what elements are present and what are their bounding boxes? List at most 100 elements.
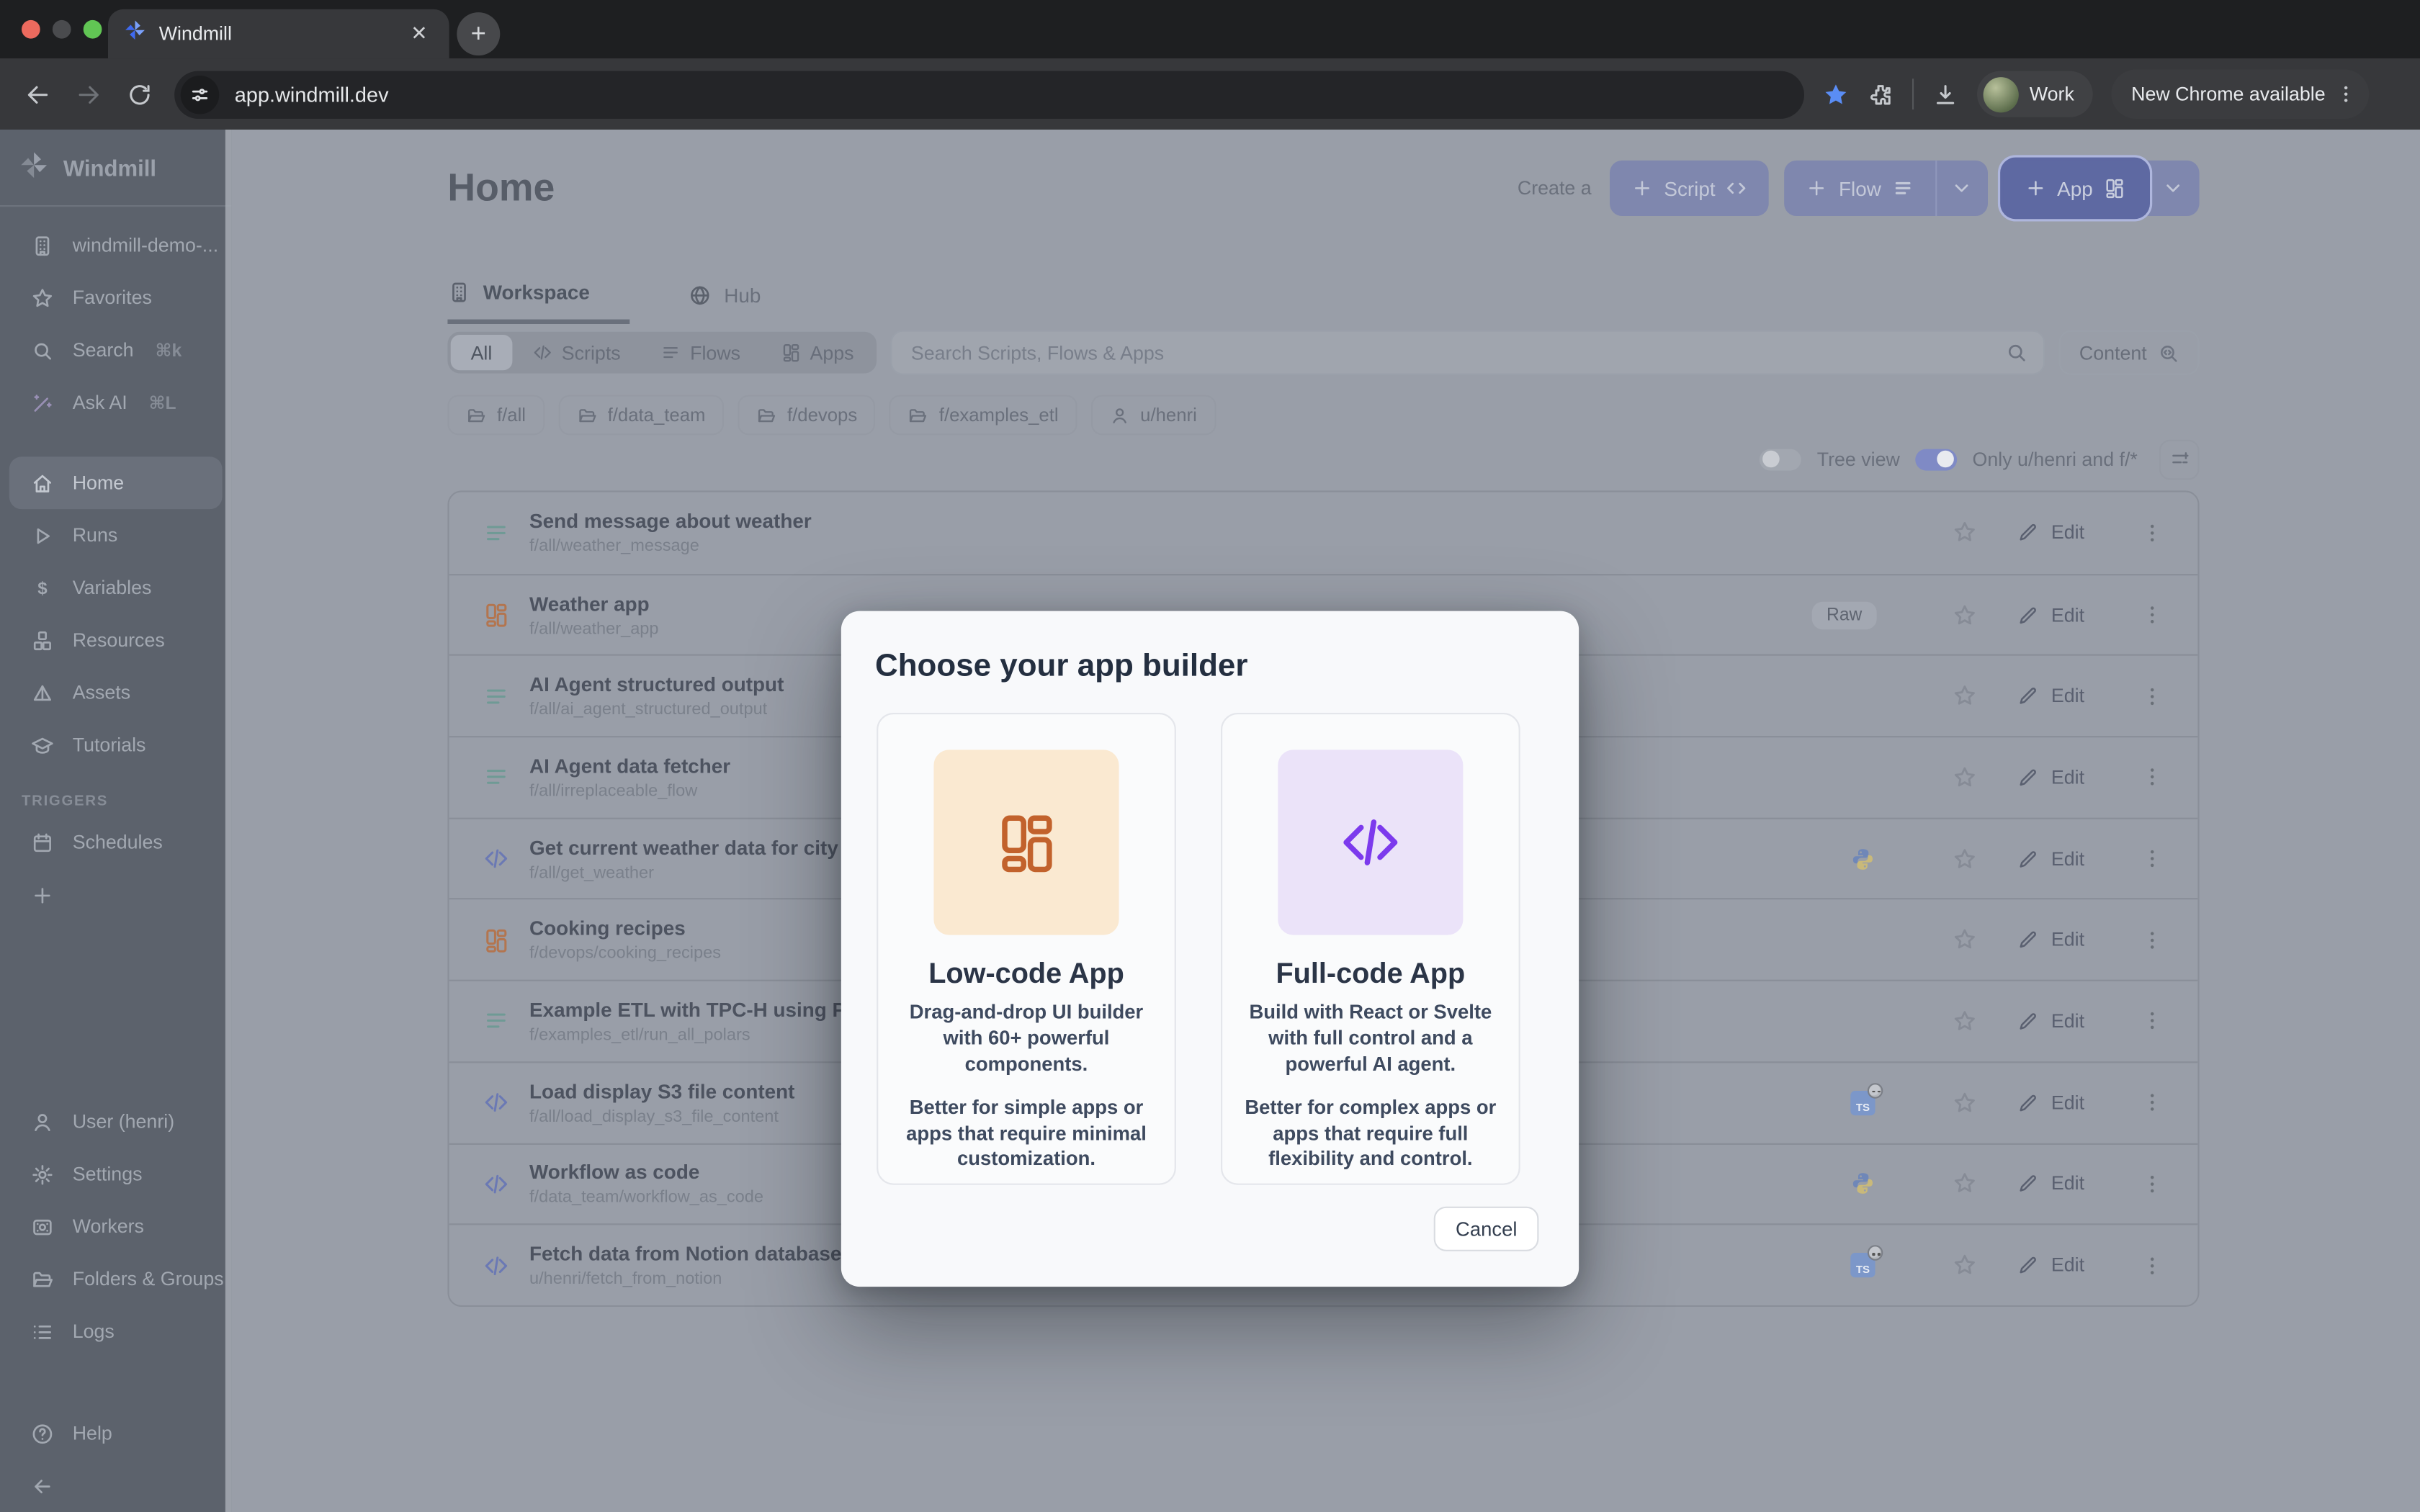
builder-card-full-code-app[interactable]: Full-code AppBuild with React or Svelte …: [1221, 713, 1520, 1185]
tab-close-icon[interactable]: ✕: [405, 22, 434, 46]
row-menu-icon[interactable]: [2141, 1172, 2164, 1195]
edit-button[interactable]: Edit: [2017, 930, 2107, 951]
window-controls[interactable]: [22, 20, 102, 39]
row-menu-icon[interactable]: [2141, 766, 2164, 789]
extensions-icon[interactable]: [1868, 81, 1894, 107]
edit-button[interactable]: Edit: [2017, 522, 2107, 544]
builder-card-low-code-app[interactable]: Low-code AppDrag-and-drop UI builder wit…: [877, 713, 1176, 1185]
favorite-star-icon[interactable]: [1953, 603, 1977, 627]
edit-button[interactable]: Edit: [2017, 1254, 2107, 1276]
filter-segment-scripts[interactable]: Scripts: [512, 335, 640, 370]
site-settings-icon[interactable]: [181, 75, 220, 114]
forward-icon[interactable]: [76, 81, 102, 107]
favorite-star-icon[interactable]: [1953, 684, 1977, 708]
row-menu-icon[interactable]: [2141, 603, 2164, 626]
row-menu-icon[interactable]: [2141, 929, 2164, 952]
list-item[interactable]: Send message about weatherf/all/weather_…: [449, 492, 2198, 574]
browser-tab[interactable]: Windmill ✕: [108, 9, 449, 59]
row-menu-icon[interactable]: [2141, 1009, 2164, 1032]
brand[interactable]: Windmill: [0, 130, 231, 205]
favorite-star-icon[interactable]: [1953, 1253, 1977, 1277]
sidebar-item-assets[interactable]: Assets: [9, 667, 223, 719]
close-window-button[interactable]: [22, 20, 40, 39]
sidebar-item-runs[interactable]: Runs: [9, 509, 223, 562]
sidebar-item-arrow-left-icon[interactable]: [9, 1459, 223, 1512]
sidebar-item-workers[interactable]: Workers: [9, 1200, 223, 1253]
pencil-icon: [2017, 522, 2039, 544]
brand-name: Windmill: [63, 157, 156, 181]
download-icon[interactable]: [1932, 81, 1958, 107]
cancel-button[interactable]: Cancel: [1434, 1207, 1538, 1251]
row-menu-icon[interactable]: [2141, 521, 2164, 544]
folder-chip-f-devops[interactable]: f/devops: [738, 395, 876, 436]
minimize-window-button[interactable]: [53, 20, 71, 39]
sidebar-nav-bottom: User (henri)SettingsWorkersFolders & Gro…: [0, 1095, 231, 1357]
sidebar-item-tutorials[interactable]: Tutorials: [9, 719, 223, 772]
folder-icon: [31, 1267, 54, 1290]
kebab-menu-icon[interactable]: [2335, 84, 2357, 105]
sidebar-item-ask-ai[interactable]: Ask AI⌘L: [9, 377, 223, 429]
search-input[interactable]: [908, 341, 2005, 365]
row-menu-icon[interactable]: [2141, 847, 2164, 870]
sidebar-item-user-henri[interactable]: User (henri): [9, 1095, 223, 1148]
edit-button[interactable]: Edit: [2017, 1092, 2107, 1113]
new-tab-button[interactable]: +: [457, 12, 500, 55]
folder-chip-u-henri[interactable]: u/henri: [1091, 395, 1216, 436]
address-bar[interactable]: app.windmill.dev: [174, 71, 1804, 118]
favorite-star-icon[interactable]: [1953, 765, 1977, 790]
sidebar-item-logs[interactable]: Logs: [9, 1305, 223, 1358]
sidebar-item-favorites[interactable]: Favorites: [9, 271, 223, 324]
zoom-window-button[interactable]: [84, 20, 102, 39]
sidebar-item-schedules[interactable]: Schedules: [9, 816, 223, 869]
app-dropdown-chevron[interactable]: [2147, 161, 2200, 216]
edit-button[interactable]: Edit: [2017, 1011, 2107, 1032]
sidebar-item-settings[interactable]: Settings: [9, 1148, 223, 1200]
sidebar-item-label: Assets: [73, 682, 130, 703]
create-flow-button[interactable]: Flow: [1785, 161, 1988, 216]
filter-segment-flows[interactable]: Flows: [641, 335, 761, 370]
refresh-icon[interactable]: [127, 81, 153, 107]
filter-segment-all[interactable]: All: [451, 335, 513, 370]
create-app-button[interactable]: App: [2003, 161, 2199, 216]
tree-view-toggle[interactable]: [1760, 449, 1801, 470]
sidebar-item-folders-groups[interactable]: Folders & Groups: [9, 1253, 223, 1305]
display-settings-button[interactable]: [2159, 439, 2200, 480]
chrome-update-button[interactable]: New Chrome available: [2111, 69, 2368, 119]
search-box[interactable]: [891, 330, 2045, 375]
sidebar-item-plus-icon[interactable]: [9, 868, 223, 921]
favorite-star-icon[interactable]: [1953, 927, 1977, 952]
sidebar-item-variables[interactable]: $Variables: [9, 562, 223, 614]
item-actions: Edit: [1789, 521, 2164, 545]
edit-button[interactable]: Edit: [2017, 767, 2107, 788]
row-menu-icon[interactable]: [2141, 1254, 2164, 1277]
sidebar-item-search[interactable]: Search⌘k: [9, 324, 223, 377]
favorite-star-icon[interactable]: [1953, 1171, 1977, 1196]
sidebar-item-home[interactable]: Home: [9, 456, 223, 509]
edit-button[interactable]: Edit: [2017, 848, 2107, 870]
tab-hub[interactable]: Hub: [673, 266, 776, 324]
folder-chip-f-examples-etl[interactable]: f/examples_etl: [889, 395, 1077, 436]
favorite-star-icon[interactable]: [1953, 1090, 1977, 1115]
folder-chip-f-data-team[interactable]: f/data_team: [558, 395, 724, 436]
flow-dropdown-chevron[interactable]: [1935, 161, 1988, 216]
favorite-star-icon[interactable]: [1953, 521, 1977, 545]
profile-chip[interactable]: Work: [1977, 71, 2093, 117]
create-script-button[interactable]: Script: [1610, 161, 1769, 216]
sidebar-item-help[interactable]: Help: [9, 1407, 223, 1459]
sidebar-item-windmill-demo[interactable]: windmill-demo-...: [9, 219, 223, 271]
row-menu-icon[interactable]: [2141, 1091, 2164, 1114]
sidebar-item-resources[interactable]: Resources: [9, 614, 223, 667]
only-filter-toggle[interactable]: [1915, 449, 1957, 470]
edit-button[interactable]: Edit: [2017, 685, 2107, 707]
folder-chip-f-all[interactable]: f/all: [447, 395, 544, 436]
bookmark-star-icon[interactable]: [1823, 81, 1849, 107]
tab-workspace[interactable]: Workspace: [447, 266, 629, 324]
row-menu-icon[interactable]: [2141, 685, 2164, 708]
favorite-star-icon[interactable]: [1953, 1009, 1977, 1033]
edit-button[interactable]: Edit: [2017, 604, 2107, 626]
content-search-button[interactable]: Content: [2059, 330, 2200, 375]
edit-button[interactable]: Edit: [2017, 1173, 2107, 1194]
back-icon[interactable]: [24, 81, 50, 107]
favorite-star-icon[interactable]: [1953, 847, 1977, 871]
filter-segment-apps[interactable]: Apps: [761, 335, 874, 370]
